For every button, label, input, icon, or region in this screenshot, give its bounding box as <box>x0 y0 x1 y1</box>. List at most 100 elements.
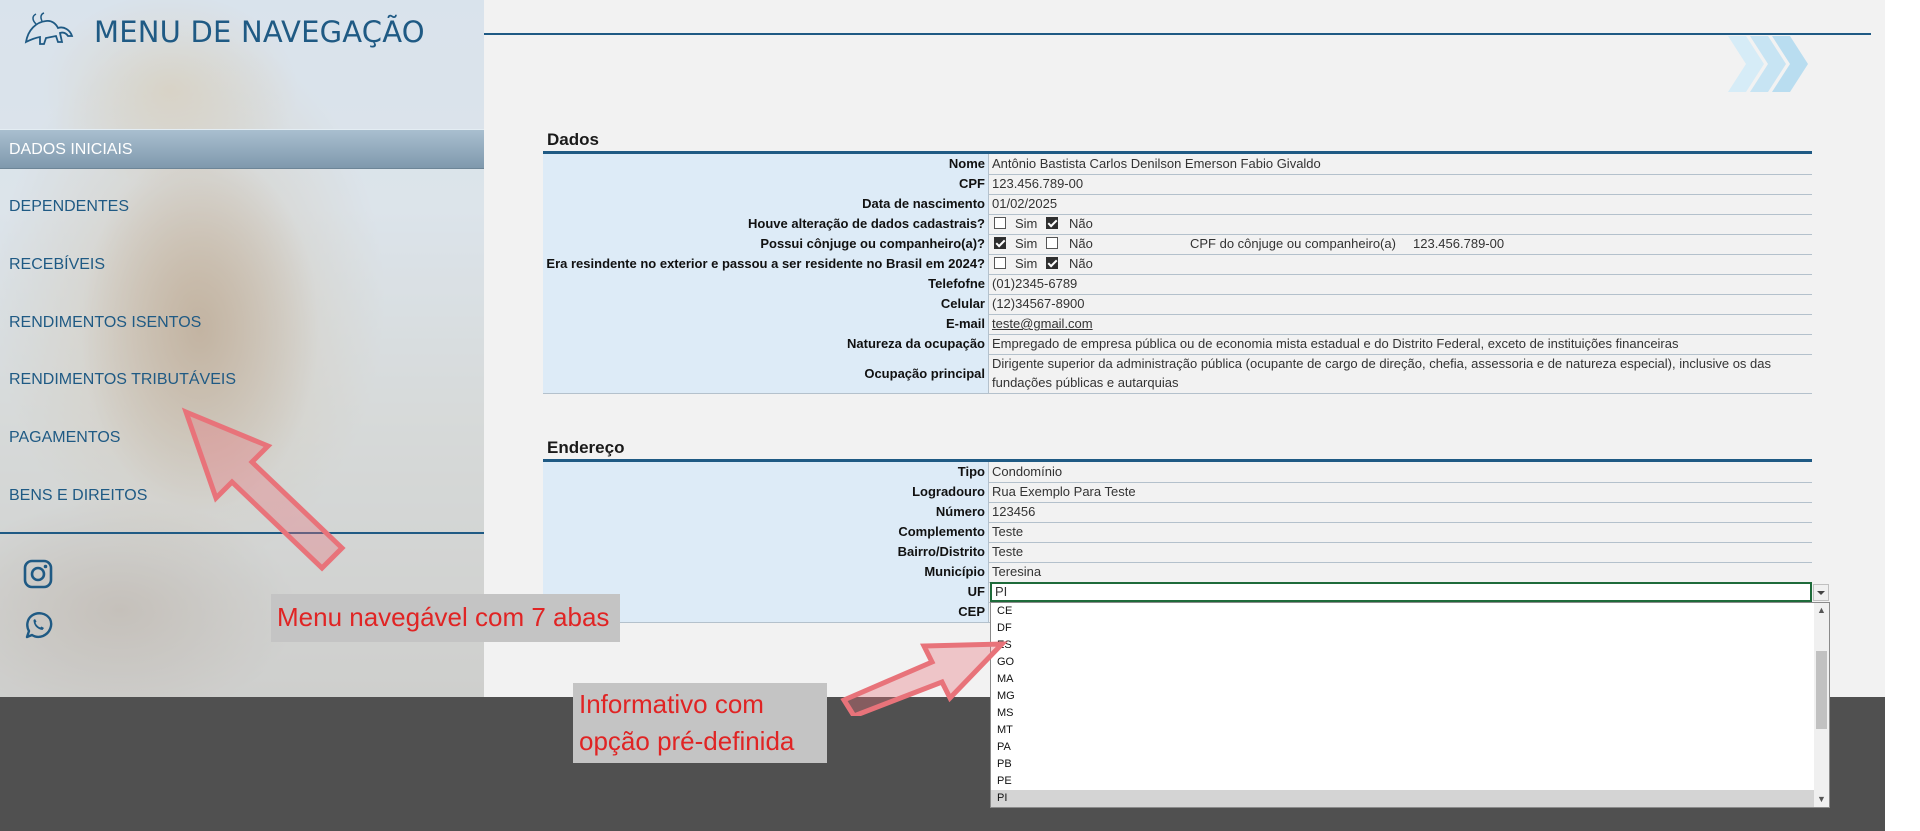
field-value[interactable]: Rua Exemplo Para Teste <box>992 482 1136 502</box>
field-value[interactable]: 123.456.789-00 <box>992 174 1083 194</box>
row-residente-exterior: Era resindente no exterior e passou a se… <box>543 254 1812 275</box>
uf-select-input[interactable]: PI <box>990 582 1812 602</box>
field-label: Logradouro <box>543 482 989 502</box>
field-label: E-mail <box>543 314 989 334</box>
field-label: Data de nascimento <box>543 194 989 214</box>
uf-option[interactable]: GO <box>991 654 1814 671</box>
uf-option[interactable]: ES <box>991 637 1814 654</box>
checkbox-label-nao: Não <box>1069 256 1093 271</box>
row-ocupacao-principal: Ocupação principal Dirigente superior da… <box>543 354 1812 394</box>
email-link[interactable]: teste@gmail.com <box>992 314 1093 334</box>
field-value[interactable]: 01/02/2025 <box>992 194 1057 214</box>
uf-option-selected[interactable]: PI <box>991 790 1814 807</box>
checkbox-sim[interactable] <box>994 237 1006 249</box>
uf-option[interactable]: DF <box>991 620 1814 637</box>
annotation-arrow-menu <box>181 407 346 572</box>
field-label: Tipo <box>543 462 989 482</box>
checkbox-label-nao: Não <box>1069 216 1093 231</box>
chevron-forward-icon[interactable] <box>1726 34 1812 94</box>
row-natureza-ocupacao: Natureza da ocupação Empregado de empres… <box>543 334 1812 355</box>
row-numero: Número 123456 <box>543 502 1812 523</box>
checkbox-nao[interactable] <box>1046 217 1058 229</box>
uf-options-list[interactable]: CE DF ES GO MA MG MS MT PA PB PE PI ▲ ▼ <box>990 602 1830 808</box>
field-value[interactable]: (01)2345-6789 <box>992 274 1077 294</box>
annotation-info-note: Informativo com opção pré-definida <box>573 683 827 763</box>
conjuge-cpf-value[interactable]: 123.456.789-00 <box>1413 234 1504 253</box>
header-rule <box>484 33 1871 35</box>
scroll-down-icon[interactable]: ▼ <box>1817 795 1826 804</box>
field-value[interactable]: Teste <box>992 542 1023 562</box>
field-label: Era resindente no exterior e passou a se… <box>543 254 989 274</box>
row-bairro: Bairro/Distrito Teste <box>543 542 1812 563</box>
lion-logo-icon <box>24 12 74 45</box>
sidebar-item-rendimentos-tributaveis[interactable]: RENDIMENTOS TRIBUTÁVEIS <box>0 360 484 400</box>
sidebar-item-recebiveis[interactable]: RECEBÍVEIS <box>0 245 484 285</box>
field-label: Nome <box>543 154 989 174</box>
uf-option[interactable]: PA <box>991 739 1814 756</box>
row-municipio: Município Teresina <box>543 562 1812 583</box>
row-complemento: Complemento Teste <box>543 522 1812 543</box>
field-label: Natureza da ocupação <box>543 334 989 354</box>
uf-option[interactable]: PB <box>991 756 1814 773</box>
annotation-info-line2: opção pré-definida <box>579 726 795 756</box>
field-label: Número <box>543 502 989 522</box>
row-data-nascimento: Data de nascimento 01/02/2025 <box>543 194 1812 215</box>
field-label: Complemento <box>543 522 989 542</box>
row-logradouro: Logradouro Rua Exemplo Para Teste <box>543 482 1812 503</box>
sidebar-title: MENU DE NAVEGAÇÃO <box>94 15 425 49</box>
checkbox-sim[interactable] <box>994 257 1006 269</box>
field-value[interactable]: Dirigente superior da administração públ… <box>992 354 1808 393</box>
uf-option[interactable]: CE <box>991 603 1814 620</box>
row-telefone: Telefofne (01)2345-6789 <box>543 274 1812 295</box>
checkbox-label-sim: Sim <box>1015 236 1038 251</box>
field-value[interactable]: Condomínio <box>992 462 1062 482</box>
uf-option[interactable]: MS <box>991 705 1814 722</box>
checkbox-label-sim: Sim <box>1015 256 1038 271</box>
conjuge-cpf-label: CPF do cônjuge ou companheiro(a) <box>1190 236 1396 251</box>
checkbox-nao[interactable] <box>1046 257 1058 269</box>
checkbox-sim[interactable] <box>994 217 1006 229</box>
field-label: Bairro/Distrito <box>543 542 989 562</box>
uf-option[interactable]: MG <box>991 688 1814 705</box>
row-nome: Nome Antônio Bastista Carlos Denilson Em… <box>543 154 1812 175</box>
field-label: Telefofne <box>543 274 989 294</box>
scroll-up-icon[interactable]: ▲ <box>1817 606 1826 615</box>
sidebar-item-dados-iniciais[interactable]: DADOS INICIAIS <box>0 129 484 169</box>
uf-option[interactable]: PE <box>991 773 1814 790</box>
chevron-down-icon <box>1817 591 1825 595</box>
row-alteracao-cadastral: Houve alteração de dados cadastrais? Sim… <box>543 214 1812 235</box>
row-email: E-mail teste@gmail.com <box>543 314 1812 335</box>
whatsapp-icon[interactable] <box>21 608 55 642</box>
annotation-arrow-info <box>840 641 1008 716</box>
checkbox-nao[interactable] <box>1046 237 1058 249</box>
row-cpf: CPF 123.456.789-00 <box>543 174 1812 195</box>
row-celular: Celular (12)34567-8900 <box>543 294 1812 315</box>
uf-dropdown-button[interactable] <box>1813 584 1829 601</box>
field-value[interactable]: Empregado de empresa pública ou de econo… <box>992 334 1679 354</box>
sidebar-item-dependentes[interactable]: DEPENDENTES <box>0 187 484 227</box>
scrollbar-thumb[interactable] <box>1816 651 1827 729</box>
field-label: CPF <box>543 174 989 194</box>
field-value[interactable]: Teste <box>992 522 1023 542</box>
instagram-icon[interactable] <box>21 557 55 591</box>
section-title-dados: Dados <box>547 130 599 149</box>
uf-option[interactable]: MA <box>991 671 1814 688</box>
uf-option[interactable]: MT <box>991 722 1814 739</box>
annotation-info-line1: Informativo com <box>579 689 764 719</box>
row-tipo: Tipo Condomínio <box>543 462 1812 483</box>
field-value[interactable]: Antônio Bastista Carlos Denilson Emerson… <box>992 154 1321 174</box>
field-value[interactable]: Teresina <box>992 562 1041 582</box>
annotation-menu-note: Menu navegável com 7 abas <box>271 594 620 642</box>
field-value[interactable]: 123456 <box>992 502 1035 522</box>
section-title-endereco: Endereço <box>547 438 625 457</box>
field-label: Houve alteração de dados cadastrais? <box>543 214 989 234</box>
checkbox-label-sim: Sim <box>1015 216 1038 231</box>
field-label: Celular <box>543 294 989 314</box>
window-edge <box>1885 0 1920 831</box>
field-label: Ocupação principal <box>543 354 989 393</box>
navigation-sidebar: MENU DE NAVEGAÇÃO DADOS INICIAIS DEPENDE… <box>0 0 484 697</box>
uf-scrollbar[interactable]: ▲ ▼ <box>1814 603 1829 807</box>
sidebar-item-rendimentos-isentos[interactable]: RENDIMENTOS ISENTOS <box>0 303 484 343</box>
field-value[interactable]: (12)34567-8900 <box>992 294 1085 314</box>
checkbox-label-nao: Não <box>1069 236 1093 251</box>
